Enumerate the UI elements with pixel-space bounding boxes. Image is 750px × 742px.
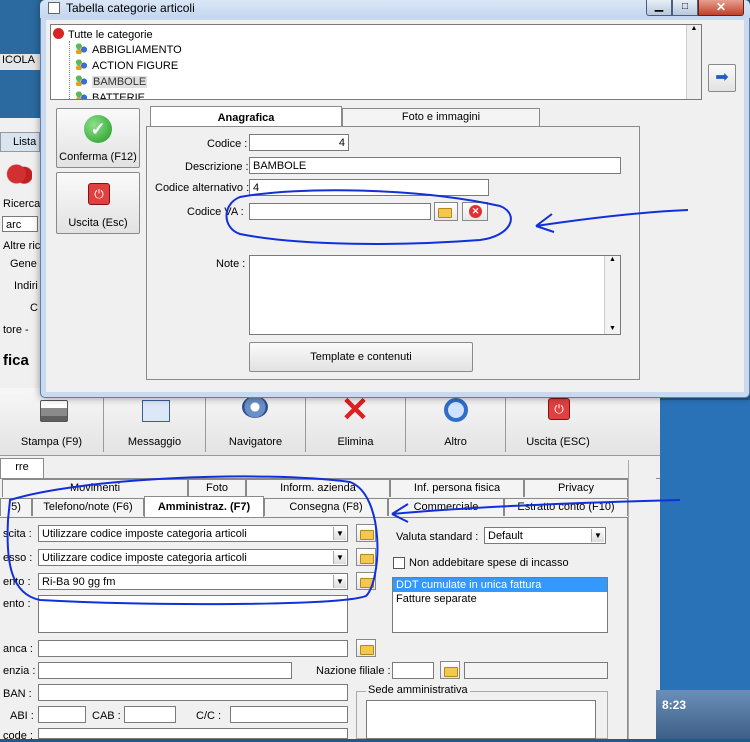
annotation-circle-va (225, 189, 512, 245)
annotation-circle-admin (6, 475, 379, 606)
annotation-arrow-admin (391, 499, 681, 523)
annotation-overlay (6, 189, 689, 606)
annotation-arrow-va (535, 209, 689, 233)
